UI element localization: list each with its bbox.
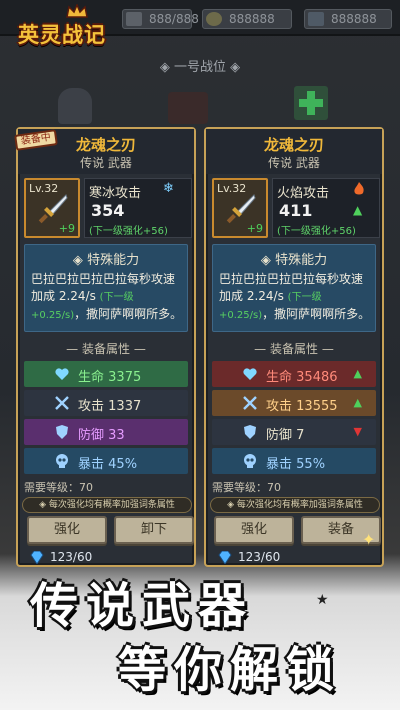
- stat-crit-label: 暴击: [78, 457, 105, 472]
- increase-arrow-icon: ▲: [353, 203, 363, 217]
- increase-arrow-icon: ▲: [353, 367, 362, 380]
- shield-icon: [244, 425, 256, 439]
- required-level: 需要等级：70: [24, 481, 93, 494]
- increase-arrow-icon: ▲: [353, 396, 362, 409]
- sparkle-icon: ✦: [362, 530, 376, 549]
- stat-crit: 暴击 45%: [24, 448, 188, 474]
- gems-resource[interactable]: 888888: [304, 9, 392, 29]
- special-ability-title: ◈ 特殊能力: [260, 253, 328, 268]
- attack-type: 火焰攻击: [277, 186, 330, 201]
- add-slot-button[interactable]: [294, 86, 328, 120]
- special-ability-title: ◈ 特殊能力: [72, 253, 140, 268]
- sword-icon: [226, 194, 256, 224]
- gem-count-left: 123/60: [30, 550, 92, 566]
- attack-value: 354: [91, 201, 125, 220]
- special-ability-box: ◈ 特殊能力 巴拉巴拉巴拉巴拉每秒攻速加成 2.24/s (下一级+0.25/s…: [212, 244, 376, 332]
- stat-hp-value: 3375: [108, 370, 142, 385]
- stat-attack: 攻击 1337: [24, 390, 188, 416]
- special-ability-text: 巴拉巴拉巴拉巴拉每秒攻速加成 2.24/s (下一级+0.25/s)，撒阿萨啊啊…: [31, 272, 183, 321]
- stat-hp: 生命 3375: [24, 361, 188, 387]
- coin-icon: [206, 12, 222, 26]
- stat-attack: 攻击 13555 ▲: [212, 390, 376, 416]
- promo-line-2: 等你解锁: [118, 642, 343, 698]
- stat-attack-value: 13555: [296, 399, 338, 414]
- shield-icon: [56, 425, 68, 439]
- skull-icon: [56, 454, 68, 468]
- special-ability-text: 巴拉巴拉巴拉巴拉每秒攻速加成 2.24/s (下一级+0.25/s)，撒阿萨啊啊…: [219, 272, 371, 321]
- stat-crit-label: 暴击: [266, 457, 293, 472]
- enhance-button-right[interactable]: 强化: [214, 516, 294, 544]
- decrease-arrow-icon: ▼: [353, 425, 362, 438]
- attack-type: 寒冰攻击: [89, 186, 142, 201]
- heart-icon: [243, 368, 257, 380]
- stat-crit: 暴击 55%: [212, 448, 376, 474]
- skull-icon: [244, 454, 256, 468]
- stat-defense-value: 7: [296, 428, 305, 443]
- equipment-attributes-header: — 装备属性 —: [66, 342, 146, 356]
- stat-crit-value: 45%: [108, 457, 138, 472]
- enhance-note: ◈ 每次强化均有概率加强词条属性: [22, 497, 192, 513]
- stamina-value: 888/888: [149, 12, 199, 26]
- gems-value: 888888: [331, 12, 377, 26]
- stat-hp-label: 生命: [266, 370, 293, 385]
- special-ability-box: ◈ 特殊能力 巴拉巴拉巴拉巴拉每秒攻速加成 2.24/s (下一级+0.25/s…: [24, 244, 188, 332]
- stat-hp-label: 生命: [78, 370, 105, 385]
- item-card-compare: 龙魂之刃 传说 武器 Lv.32 +9 火焰攻击 411 ▲ (下一级强化+56…: [204, 127, 384, 567]
- enhance-level: +9: [246, 222, 263, 235]
- attack-stat-box: 寒冰攻击 ❄ 354 (下一级强化+56): [84, 178, 192, 238]
- fire-icon: [354, 182, 364, 195]
- stat-defense-label: 防御: [78, 428, 105, 443]
- attack-value: 411: [279, 201, 313, 220]
- stat-hp: 生命 35486 ▲: [212, 361, 376, 387]
- snowflake-icon: ❄: [163, 181, 174, 196]
- star-icon: ★: [316, 592, 329, 608]
- attack-stat-box: 火焰攻击 411 ▲ (下一级强化+56): [272, 178, 380, 238]
- stat-crit-value: 55%: [296, 457, 326, 472]
- crossed-swords-icon: [55, 396, 69, 410]
- attack-next-level: (下一级强化+56): [89, 226, 168, 237]
- item-name: 龙魂之刃: [263, 136, 324, 154]
- hero-helmet-icon: [58, 88, 92, 124]
- slot-title: ◈ 一号战位 ◈: [159, 60, 241, 75]
- stat-defense-label: 防御: [266, 428, 293, 443]
- required-level: 需要等级：70: [212, 481, 281, 494]
- promo-line-1: 传说武器: [30, 578, 255, 634]
- heart-icon: [55, 368, 69, 380]
- weapon-portrait[interactable]: Lv.32 +9: [24, 178, 80, 238]
- unequip-button[interactable]: 卸下: [114, 516, 194, 544]
- crossed-swords-icon: [243, 396, 257, 410]
- gem-count-right: 123/60: [218, 550, 280, 566]
- item-rarity-type: 传说 武器: [80, 156, 132, 170]
- plus-icon: [299, 91, 323, 115]
- attack-next-level: (下一级强化+56): [277, 226, 356, 237]
- game-logo: 英灵战记: [14, 4, 132, 48]
- sword-icon: [38, 194, 68, 224]
- gem-icon: [308, 12, 324, 26]
- diamond-icon: [218, 551, 232, 564]
- stat-attack-label: 攻击: [266, 399, 293, 414]
- crown-icon: [66, 4, 88, 18]
- stamina-resource[interactable]: 888/888: [122, 9, 199, 29]
- stat-defense: 防御 33: [24, 419, 188, 445]
- enhance-note: ◈ 每次强化均有概率加强词条属性: [210, 497, 380, 513]
- item-card-equipped: 龙魂之刃 传说 武器 Lv.32 +9 寒冰攻击 ❄ 354 (下一级强化+56…: [16, 127, 196, 567]
- item-rarity-type: 传说 武器: [268, 156, 320, 170]
- gold-value: 888888: [229, 12, 275, 26]
- stat-attack-value: 1337: [108, 399, 142, 414]
- stat-attack-label: 攻击: [78, 399, 105, 414]
- enhance-level: +9: [58, 222, 75, 235]
- gold-resource[interactable]: 888888: [202, 9, 292, 29]
- equipment-attributes-header: — 装备属性 —: [254, 342, 334, 356]
- weapon-portrait[interactable]: Lv.32 +9: [212, 178, 268, 238]
- stat-defense: 防御 7 ▼: [212, 419, 376, 445]
- stat-hp-value: 35486: [296, 370, 338, 385]
- hero-figure: [168, 92, 208, 124]
- stat-defense-value: 33: [108, 428, 125, 443]
- logo-title: 英灵战记: [18, 23, 106, 47]
- enhance-button-left[interactable]: 强化: [27, 516, 107, 544]
- diamond-icon: [30, 551, 44, 564]
